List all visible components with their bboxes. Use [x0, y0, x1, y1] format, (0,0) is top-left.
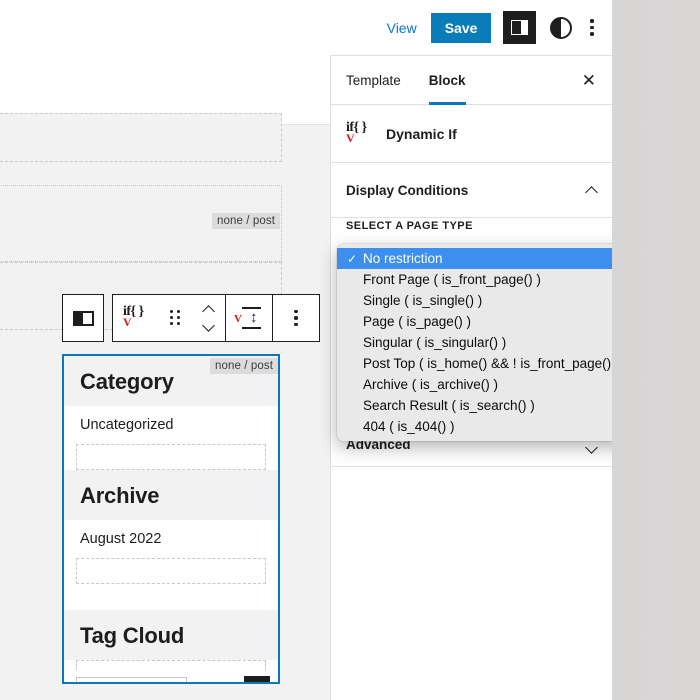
dropdown-option[interactable]: Search Result ( is_search() ) — [337, 395, 612, 416]
editor-top-bar: View Save — [330, 0, 612, 56]
more-vertical-icon[interactable] — [590, 19, 594, 36]
chevron-down-icon[interactable] — [202, 319, 215, 332]
plus-icon[interactable]: + — [244, 676, 270, 684]
dropdown-option[interactable]: Archive ( is_archive() ) — [337, 374, 612, 395]
editor-canvas[interactable]: Contact none / post if{ } — [0, 0, 330, 700]
block-toolbar[interactable]: if{ } V — [62, 294, 320, 342]
dropdown-option[interactable]: Singular ( is_singular() ) — [337, 332, 612, 353]
dropdown-option-label: 404 ( is_404() ) — [363, 419, 455, 434]
select-page-type-label: SELECT A PAGE TYPE — [346, 220, 473, 232]
dropdown-option-label: Singular ( is_singular() ) — [363, 335, 506, 350]
move-updown-icons[interactable] — [192, 295, 225, 341]
display-conditions-panel-header[interactable]: Display Conditions — [330, 164, 612, 218]
widget-item-uncategorized[interactable]: Uncategorized — [64, 406, 278, 444]
dropdown-option-label: No restriction — [363, 251, 443, 266]
check-icon: ✓ — [347, 252, 363, 266]
widget-tag-row: # News Release + — [64, 670, 278, 684]
placeholder-block-1[interactable] — [0, 113, 282, 162]
browser-page: Contact none / post if{ } — [0, 0, 612, 700]
dropdown-option-label: Single ( is_single() ) — [363, 293, 482, 308]
sidebar-tabs: Template Block ✕ — [330, 56, 612, 105]
drag-handle-icon[interactable] — [159, 295, 192, 341]
sidebar-block-header: if{ } V Dynamic If — [330, 105, 612, 163]
toolbar-group-block-type — [62, 294, 104, 342]
tab-template[interactable]: Template — [332, 56, 415, 105]
tab-block[interactable]: Block — [415, 56, 480, 105]
more-vertical-icon[interactable] — [273, 295, 319, 341]
advanced-divider — [330, 466, 612, 467]
chevron-up-icon[interactable] — [585, 186, 598, 199]
dropdown-option[interactable]: Front Page ( is_front_page() ) — [337, 269, 612, 290]
contrast-icon[interactable] — [550, 17, 572, 39]
columns-block-icon[interactable] — [63, 295, 103, 341]
widget-empty-slot-3[interactable] — [76, 660, 266, 670]
dropdown-option-label: Post Top ( is_home() && ! is_front_page(… — [363, 356, 612, 371]
dropdown-option[interactable]: Post Top ( is_home() && ! is_front_page(… — [337, 353, 612, 374]
chevron-up-icon[interactable] — [202, 305, 215, 318]
widget-badge: none / post — [210, 358, 278, 374]
close-icon[interactable]: ✕ — [582, 72, 596, 89]
widget-item-august-2022[interactable]: August 2022 — [64, 520, 278, 558]
widget-heading-archive[interactable]: Archive — [64, 470, 278, 520]
selected-widget-group[interactable]: none / post Category Uncategorized Archi… — [62, 354, 280, 684]
dropdown-option[interactable]: ✓ No restriction — [337, 248, 612, 269]
dropdown-option[interactable]: Page ( is_page() ) — [337, 311, 612, 332]
save-button[interactable]: Save — [431, 13, 492, 43]
screen-root: Contact none / post if{ } — [0, 0, 700, 700]
panel-title: Display Conditions — [346, 183, 468, 198]
dynamic-if-icon: if{ } V — [346, 121, 372, 147]
dynamic-if-icon[interactable]: if{ } V — [113, 295, 159, 341]
widget-empty-slot-2[interactable] — [76, 558, 266, 584]
widget-heading-tag-cloud[interactable]: Tag Cloud — [64, 610, 278, 660]
dropdown-option-label: Archive ( is_archive() ) — [363, 377, 498, 392]
toolbar-group-main: if{ } V — [112, 294, 320, 342]
dropdown-option-label: Page ( is_page() ) — [363, 314, 471, 329]
block-name: Dynamic If — [386, 126, 457, 142]
tag-chip-news-release[interactable]: # News Release — [76, 677, 187, 685]
sidebar-panel-icon[interactable] — [503, 11, 536, 44]
dropdown-option[interactable]: 404 ( is_404() ) — [337, 416, 612, 437]
dropdown-option-label: Search Result ( is_search() ) — [363, 398, 535, 413]
placeholder-badge: none / post — [212, 213, 280, 229]
dropdown-option[interactable]: Single ( is_single() ) — [337, 290, 612, 311]
widget-empty-slot-1[interactable] — [76, 444, 266, 470]
dropdown-option-label: Front Page ( is_front_page() ) — [363, 272, 541, 287]
view-link[interactable]: View — [373, 20, 431, 36]
page-type-dropdown[interactable]: ✓ No restriction Front Page ( is_front_p… — [337, 244, 612, 441]
widget-spacer — [64, 584, 278, 610]
vertical-align-icon[interactable]: ↕ V — [226, 295, 272, 341]
